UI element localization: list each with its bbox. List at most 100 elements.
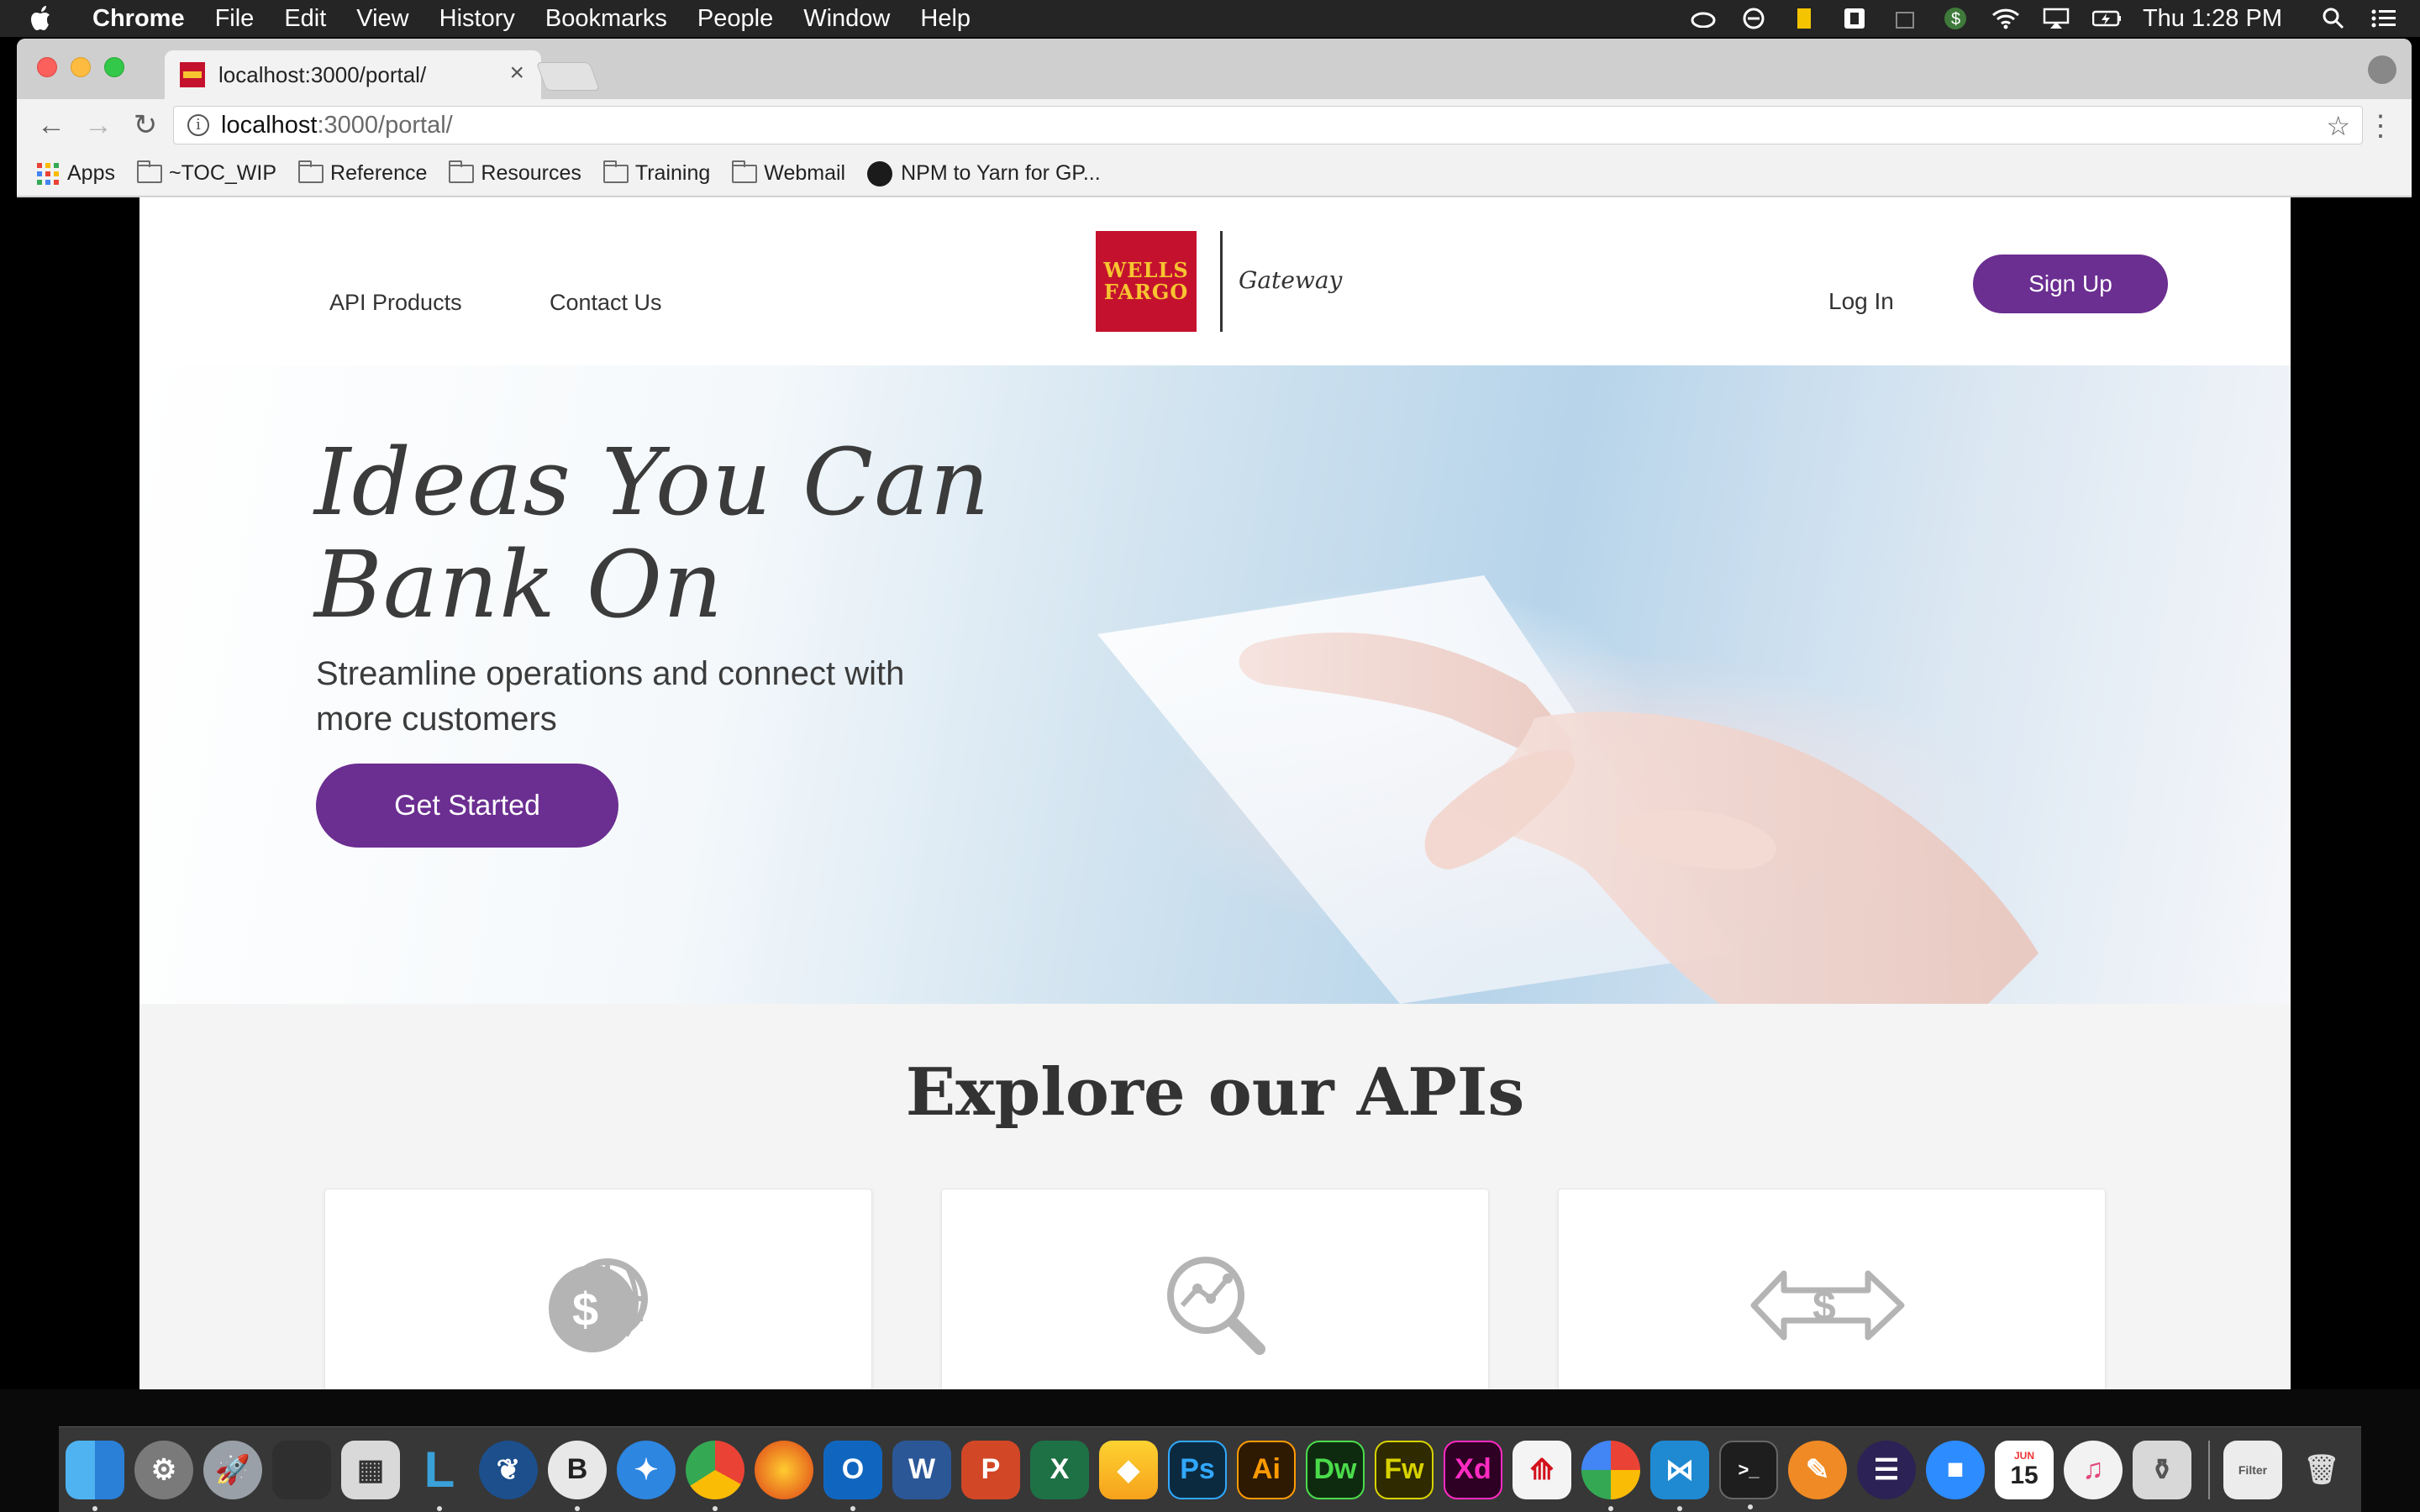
- explore-title: Explore our APIs: [905, 1054, 1525, 1131]
- terminal-icon[interactable]: >_: [1719, 1440, 1778, 1509]
- menu-view[interactable]: View: [356, 5, 408, 33]
- bookmark-toc-wip[interactable]: ~TOC_WIP: [136, 160, 277, 186]
- window-minimize-button[interactable]: [71, 57, 91, 77]
- dollar-transfer-arrows-icon: $: [1750, 1270, 1905, 1341]
- finder-icon[interactable]: [66, 1440, 124, 1511]
- bookmark-label: Training: [634, 161, 711, 185]
- drive-icon[interactable]: [1840, 6, 1869, 31]
- photoshop-icon[interactable]: Ps: [1168, 1440, 1227, 1499]
- powerpoint-icon[interactable]: P: [961, 1440, 1020, 1499]
- browser-tab-active[interactable]: localhost:3000/portal/ ×: [165, 50, 541, 99]
- photo-booth-icon[interactable]: [272, 1440, 331, 1499]
- nav-contact-us-link[interactable]: Contact Us: [550, 290, 662, 316]
- illustrator-icon[interactable]: Ai: [1237, 1440, 1296, 1499]
- site-info-icon[interactable]: i: [187, 114, 209, 136]
- creative-cloud-icon[interactable]: [1689, 6, 1718, 31]
- zoom-icon[interactable]: ■: [1926, 1440, 1985, 1499]
- clipboard-icon[interactable]: [1790, 6, 1818, 31]
- menu-edit[interactable]: Edit: [284, 5, 326, 33]
- bookmark-training[interactable]: Training: [602, 160, 711, 186]
- window-maximize-button[interactable]: [104, 57, 124, 77]
- hero-subtitle: Streamline operations and connect with m…: [316, 655, 905, 738]
- logo-divider: [1220, 231, 1223, 332]
- filter-icon[interactable]: Filter: [2223, 1440, 2282, 1499]
- menu-window[interactable]: Window: [803, 5, 890, 33]
- address-bar[interactable]: i localhost:3000/portal/ ☆: [173, 106, 2363, 144]
- bbedit-icon[interactable]: B: [548, 1440, 607, 1511]
- menu-help[interactable]: Help: [920, 5, 971, 33]
- pinwheel-icon[interactable]: [1581, 1440, 1640, 1511]
- nav-api-products-link[interactable]: API Products: [329, 290, 462, 316]
- dock-separator: [2208, 1440, 2210, 1499]
- flow-icon[interactable]: [1739, 6, 1768, 31]
- menubar-clock[interactable]: Thu 1:28 PM: [2143, 5, 2282, 33]
- apps-grid-icon: [37, 162, 59, 185]
- firefox-icon[interactable]: [755, 1440, 813, 1499]
- menu-people[interactable]: People: [697, 5, 773, 33]
- eclipse-icon[interactable]: ☰: [1857, 1440, 1916, 1499]
- new-tab-button[interactable]: [535, 62, 601, 91]
- tab-strip: localhost:3000/portal/ ×: [17, 39, 2412, 99]
- notification-list-icon[interactable]: [2370, 6, 2398, 31]
- trash-icon[interactable]: 🗑: [2292, 1441, 2351, 1499]
- excel-icon[interactable]: X: [1030, 1440, 1089, 1499]
- macos-dock: ⚙ 🚀 ▦ L ❦ B ✦ O W P X ◆ Ps Ai Dw Fw Xd ⟰…: [59, 1426, 2361, 1512]
- itunes-icon[interactable]: ♫: [2064, 1440, 2123, 1499]
- login-link[interactable]: Log In: [1828, 288, 1894, 315]
- sketch-icon[interactable]: ◆: [1099, 1440, 1158, 1499]
- analytics-search-icon: [1167, 1257, 1265, 1355]
- wifi-icon[interactable]: [1991, 6, 2020, 31]
- calendar-icon[interactable]: JUN 15: [1995, 1440, 2054, 1499]
- reload-icon[interactable]: ↻: [129, 109, 161, 141]
- menu-app-name[interactable]: Chrome: [92, 5, 185, 33]
- l-app-icon[interactable]: L: [410, 1441, 469, 1511]
- system-preferences-icon[interactable]: ⚙: [134, 1440, 193, 1499]
- chrome-icon[interactable]: [686, 1440, 744, 1511]
- battery-icon[interactable]: [2091, 6, 2121, 31]
- safari-icon[interactable]: ✦: [617, 1440, 676, 1499]
- pencil-icon[interactable]: ✎: [1788, 1440, 1847, 1499]
- bookmark-resources[interactable]: Resources: [449, 160, 581, 186]
- bookmark-reference[interactable]: Reference: [298, 160, 427, 186]
- wells-fargo-logo[interactable]: WELLS FARGO: [1096, 231, 1197, 332]
- chrome-menu-icon[interactable]: ⋮: [2366, 109, 2395, 143]
- archive-status-icon[interactable]: [1891, 6, 1919, 31]
- airplay-icon[interactable]: [2042, 6, 2070, 31]
- bookmarks-bar: Apps ~TOC_WIP Reference Resources Traini…: [17, 151, 2412, 197]
- back-arrow-icon[interactable]: ←: [35, 109, 67, 141]
- bookmark-apps[interactable]: Apps: [37, 161, 115, 186]
- logo-line-2: FARGO: [1103, 280, 1189, 304]
- url-path: :3000/portal/: [317, 111, 453, 139]
- menu-bookmarks[interactable]: Bookmarks: [545, 5, 667, 33]
- launchpad-icon[interactable]: 🚀: [203, 1440, 262, 1499]
- vscode-icon[interactable]: ⋈: [1650, 1440, 1709, 1511]
- menu-history[interactable]: History: [439, 5, 515, 33]
- bookmark-webmail[interactable]: Webmail: [732, 160, 845, 186]
- archive-icon[interactable]: ⚱: [2133, 1440, 2191, 1499]
- explore-apis-section: Explore our APIs $ $: [139, 1004, 2291, 1428]
- signup-button[interactable]: Sign Up: [1973, 255, 2168, 313]
- tab-close-icon[interactable]: ×: [509, 59, 524, 87]
- calculator-icon[interactable]: ▦: [341, 1440, 400, 1499]
- fireworks-icon[interactable]: Fw: [1375, 1440, 1434, 1499]
- search-icon[interactable]: [2319, 6, 2348, 31]
- bookmark-npm-to-yarn[interactable]: NPM to Yarn for GP...: [867, 160, 1101, 186]
- svg-text:$: $: [572, 1283, 598, 1336]
- dreamweaver-icon[interactable]: Dw: [1306, 1440, 1365, 1499]
- word-icon[interactable]: W: [892, 1440, 951, 1499]
- profile-avatar-icon[interactable]: [2368, 55, 2396, 84]
- acrobat-icon[interactable]: ⟰: [1512, 1440, 1571, 1499]
- outlook-icon[interactable]: O: [823, 1440, 882, 1511]
- xd-icon[interactable]: Xd: [1444, 1440, 1502, 1499]
- hero-banner: Ideas You Can Bank On Streamline operati…: [139, 365, 2291, 1004]
- tab-title: localhost:3000/portal/: [218, 61, 427, 87]
- forward-arrow-icon[interactable]: →: [82, 109, 114, 141]
- apple-menu-icon[interactable]: [30, 5, 67, 32]
- get-started-button[interactable]: Get Started: [316, 764, 618, 848]
- menu-file[interactable]: File: [215, 5, 255, 33]
- sourcetree-icon[interactable]: ❦: [479, 1440, 538, 1499]
- bookmark-label: ~TOC_WIP: [168, 161, 277, 185]
- window-close-button[interactable]: [37, 57, 57, 77]
- dollar-icon[interactable]: $: [1941, 6, 1970, 31]
- bookmark-star-icon[interactable]: ☆: [2326, 110, 2350, 142]
